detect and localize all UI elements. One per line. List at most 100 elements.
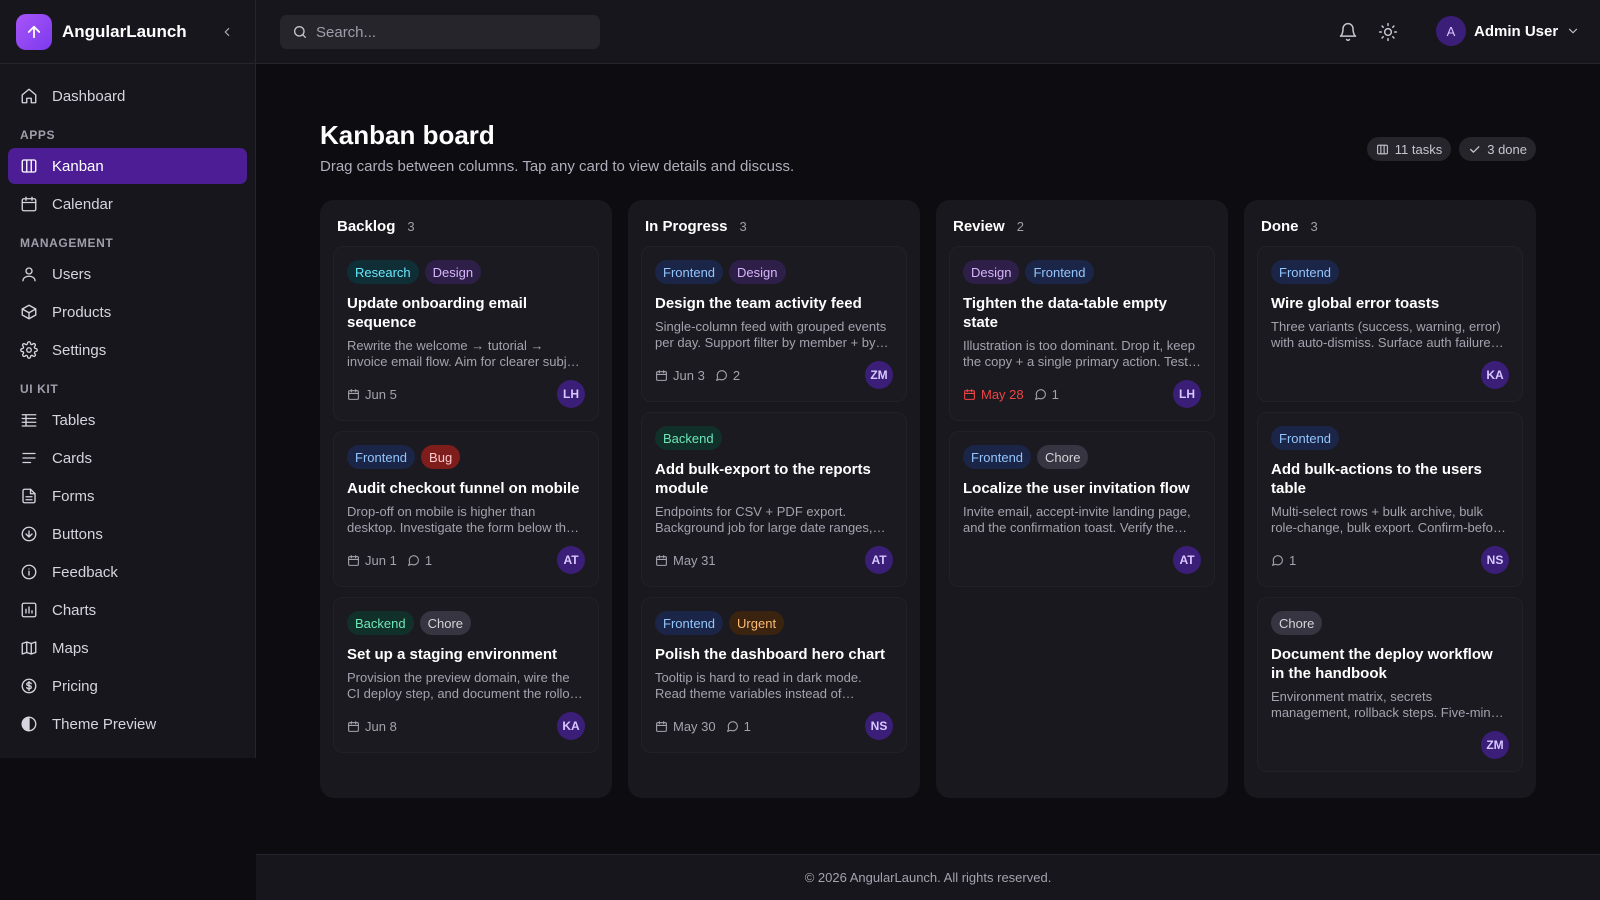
task-card[interactable]: Frontend Bug Audit checkout funnel on mobi… [333,431,599,587]
column-header: Done 3 [1257,218,1523,235]
task-card[interactable]: Backend Add bulk-export to the reports mo… [641,412,907,587]
comment-count-text: 2 [732,367,741,383]
calendar-icon [348,388,359,400]
sidebar-item-label: Feedback [52,563,118,581]
task-card[interactable]: Research Design Update onboarding email se… [333,246,599,421]
columns-icon [1376,144,1388,154]
sidebar-item-maps[interactable]: Maps [8,630,247,666]
card-footer: Jun 5 LH [347,380,585,408]
sidebar-item-tables[interactable]: Tables [8,402,247,438]
due-date: May 31 [655,553,716,568]
assignee-avatar[interactable]: AT [557,546,585,574]
brand: AngularLaunch [0,0,255,64]
user-avatar: A [1436,16,1466,46]
assignee-avatar[interactable]: AT [865,546,893,574]
due-date: Jun 1 [347,553,397,568]
card-description: Environment matrix, secrets management, … [1271,689,1509,720]
tag-backend: Backend [655,426,722,450]
card-footer: May 30 1 NS [655,712,893,740]
task-card[interactable]: Chore Document the deploy workflow in the… [1257,597,1523,772]
table-icon [21,414,37,427]
sidebar-section-title: UI KIT [20,382,59,396]
comment-count: 1 [407,553,432,568]
box-icon [21,304,37,320]
comment-count: 2 [715,368,740,383]
assignee-avatar[interactable]: NS [1481,546,1509,574]
done-count-badge: 3 done [1459,137,1536,161]
user-menu[interactable]: A Admin User [1436,16,1580,46]
sidebar-item-label: Kanban [52,157,104,175]
due-date: Jun 5 [347,387,397,402]
card-footer: May 31 AT [655,546,893,574]
top-bar: A Admin User [256,0,1600,64]
task-card[interactable]: Frontend Design Design the team activity f… [641,246,907,402]
sidebar-item-forms[interactable]: Forms [8,478,247,514]
comment-icon [715,369,727,381]
card-title: Document the deploy workflow in the hand… [1271,646,1493,682]
card-footer: May 28 1 LH [963,380,1201,408]
card-title: Update onboarding email sequence [347,295,528,331]
task-card[interactable]: Frontend Wire global error toasts Three va… [1257,246,1523,402]
assignee-avatar[interactable]: LH [1173,380,1201,408]
sidebar-item-buttons[interactable]: Buttons [8,516,247,552]
assignee-avatar[interactable]: ZM [1481,731,1509,759]
card-footer: Jun 8 KA [347,712,585,740]
card-title: Design the team activity feed [655,295,862,312]
comment-icon [726,720,738,732]
task-card[interactable]: Frontend Urgent Polish the dashboard hero … [641,597,907,753]
sidebar-item-label: Products [52,303,112,321]
sidebar: AngularLaunch Dashboard APPS Kanban Calenda… [0,0,256,758]
tag-design: Design [424,260,482,284]
map-icon [21,641,37,655]
assignee-avatar[interactable]: ZM [865,361,893,389]
tag-list: Backend [655,426,893,450]
brand-name[interactable]: AngularLaunch [62,22,215,42]
sidebar-item-settings[interactable]: Settings [8,332,247,368]
kanban-column-review: Review 2 Design Frontend Tighten the data-ta… [936,200,1228,798]
task-card[interactable]: Design Frontend Tighten the data-table emp… [949,246,1215,421]
comment-count: 1 [1271,553,1296,568]
due-date-text: May 31 [673,552,716,568]
task-card[interactable]: Frontend Add bulk-actions to the users ta… [1257,412,1523,587]
card-title: Localize the user invitation flow [963,480,1190,497]
bell-icon[interactable] [1338,22,1358,42]
sidebar-item-products[interactable]: Products [8,294,247,330]
sidebar-item-calendar[interactable]: Calendar [8,186,247,222]
tasks-count-label: 11 tasks [1394,141,1443,157]
card-description: Drop-off on mobile is higher than deskto… [347,504,574,535]
search-input[interactable] [316,23,576,41]
sidebar-item-cards[interactable]: Cards [8,440,247,476]
task-card[interactable]: Backend Chore Set up a staging environment… [333,597,599,753]
search-box[interactable] [280,15,600,49]
column-count: 3 [739,218,747,234]
tag-backend: Backend [347,611,414,635]
sidebar-item-pricing[interactable]: Pricing [8,668,247,704]
due-date-text: Jun 5 [365,386,397,402]
sidebar-item-feedback[interactable]: Feedback [8,554,247,590]
assignee-avatar[interactable]: NS [865,712,893,740]
sidebar-item-charts[interactable]: Charts [8,592,247,628]
sidebar-item-dashboard[interactable]: Dashboard [8,78,247,114]
sidebar-item-users[interactable]: Users [8,256,247,292]
sidebar-item-theme-preview[interactable]: Theme Preview [8,706,247,742]
due-date: May 30 [655,719,716,734]
calendar-icon [964,388,975,400]
logo-arrow-up-icon[interactable] [16,13,52,50]
task-card[interactable]: Frontend Chore Localize the user invitatio… [949,431,1215,587]
sun-icon[interactable] [1378,22,1398,42]
tag-frontend: Frontend [1271,426,1340,450]
tag-list: Backend Chore [347,611,585,635]
assignee-avatar[interactable]: LH [557,380,585,408]
assignee-avatar[interactable]: KA [557,712,585,740]
tag-frontend: Frontend [655,260,724,284]
comment-count-text: 1 [1289,552,1297,568]
assignee-avatar[interactable]: KA [1481,361,1509,389]
tag-frontend: Frontend [1271,260,1340,284]
done-count-label: 3 done [1487,141,1527,157]
assignee-avatar[interactable]: AT [1173,546,1201,574]
sidebar-item-kanban[interactable]: Kanban [8,148,247,184]
collapse-sidebar-button[interactable] [215,20,239,44]
calendar-icon [348,720,359,732]
due-date-text: Jun 3 [673,367,705,383]
comment-count: 1 [1034,387,1059,402]
